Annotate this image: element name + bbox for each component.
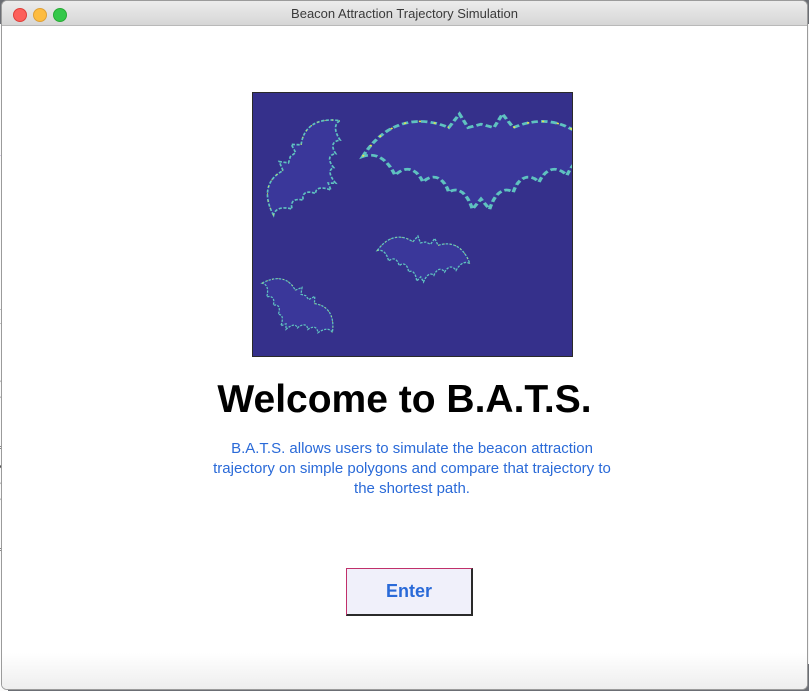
welcome-panel: Welcome to B.A.T.S. B.A.T.S. allows user…: [2, 26, 807, 689]
bat-shape-top-left: [253, 104, 368, 235]
bats-image: [252, 92, 573, 357]
enter-button[interactable]: Enter: [346, 568, 473, 616]
app-window: Beacon Attraction Trajectory Simulation …: [2, 1, 807, 689]
bat-shape-bottom-left: [253, 266, 345, 353]
welcome-heading: Welcome to B.A.T.S.: [217, 378, 592, 421]
description-text: B.A.T.S. allows users to simulate the be…: [213, 440, 611, 497]
window-bottom-edge: [2, 653, 807, 689]
bat-shape-middle: [373, 230, 474, 289]
window-title: Beacon Attraction Trajectory Simulation: [291, 6, 518, 21]
title-bar: Beacon Attraction Trajectory Simulation: [2, 1, 807, 26]
bat-shape-top-right: [361, 112, 572, 211]
